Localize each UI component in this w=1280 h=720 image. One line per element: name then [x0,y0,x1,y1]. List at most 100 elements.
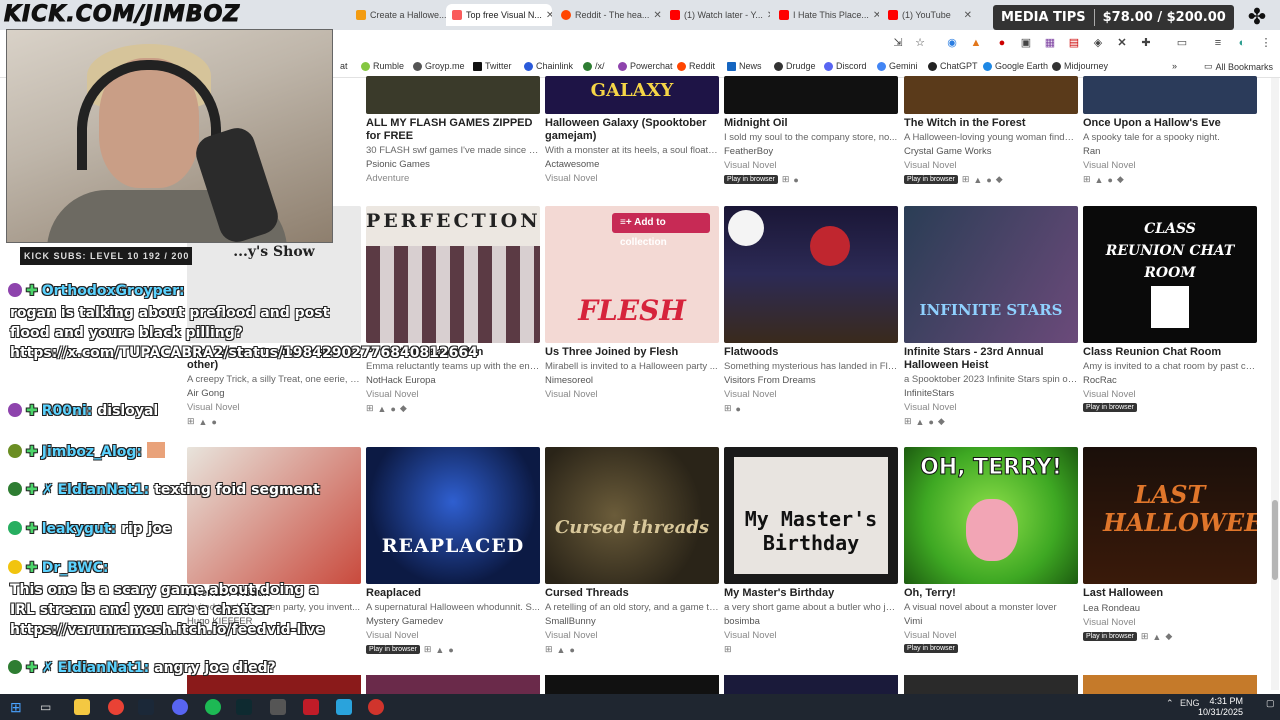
task-view-icon[interactable]: ▭ [40,699,56,715]
game-card[interactable]: Midnight Oil I sold my soul to the compa… [724,76,898,185]
tab-create-halloween[interactable]: Create a Hallowe...✕ [350,4,446,26]
x-icon[interactable]: ✕ [1114,35,1130,51]
game-author[interactable]: Crystal Game Works [904,146,1078,157]
file-explorer-icon[interactable] [74,699,90,715]
game-thumbnail[interactable] [724,675,898,694]
game-thumbnail[interactable]: INFINITE STARS [904,206,1078,343]
bookmark-star-icon[interactable]: ☆ [912,35,928,51]
game-thumbnail[interactable]: REAPLACED [366,447,540,584]
kebab-menu-icon[interactable]: ⋮ [1258,35,1274,51]
game-author[interactable]: Vimi [904,616,1078,627]
discord-icon[interactable] [172,699,188,715]
game-author[interactable]: Visitors From Dreams [724,375,898,386]
game-author[interactable]: Nimesoreol [545,375,719,386]
extension-icon[interactable]: ▦ [1042,35,1058,51]
game-thumbnail[interactable] [366,675,540,694]
bookmark-item[interactable]: Drudge [774,61,816,71]
game-thumbnail[interactable] [904,675,1078,694]
game-card[interactable]: The Witch in the Forest A Halloween-lovi… [904,76,1078,185]
game-author[interactable]: Air Gong [187,388,361,399]
game-thumbnail[interactable]: OH, TERRY! [904,447,1078,584]
system-clock[interactable]: 4:31 PM 10/31/2025 [1198,696,1243,718]
close-icon[interactable]: ✕ [546,10,552,21]
tab-watch-later[interactable]: (1) Watch later - Y...✕ [664,4,770,26]
game-title[interactable]: ALL MY FLASH GAMES ZIPPED for FREE [366,117,540,143]
game-title[interactable]: Midnight Oil [724,117,898,130]
game-card[interactable]: My Master's Birthday My Master's Birthda… [724,447,898,655]
game-card[interactable]: Once Upon a Hallow's Eve A spooky tale f… [1083,76,1257,185]
bookmark-item[interactable]: Groyp.me [413,61,465,71]
game-author[interactable]: Ran [1083,146,1257,157]
game-thumbnail[interactable]: My Master's Birthday [724,447,898,584]
tab-i-hate-this-place[interactable]: I Hate This Place... ✕ [773,4,879,26]
profile-avatar-icon[interactable]: ◐ [1234,35,1250,51]
game-title[interactable]: Cursed Threads [545,587,719,600]
close-icon[interactable]: ✕ [964,10,972,21]
bookmarks-overflow-button[interactable]: » [1172,61,1177,71]
tray-chevron-icon[interactable]: ⌃ [1166,698,1174,709]
steam-icon[interactable] [138,699,154,715]
game-card[interactable]: Cursed threads Cursed Threads A retellin… [545,447,719,655]
game-card[interactable]: CLASS REUNION CHAT ROOM Class Reunion Ch… [1083,206,1257,412]
tab-youtube[interactable]: (1) YouTube ✕ [882,4,978,26]
extension-icon[interactable]: ▣ [1018,35,1034,51]
language-indicator[interactable]: ENG [1180,698,1200,708]
game-thumbnail[interactable] [724,206,898,343]
game-title[interactable]: Infinite Stars - 23rd Annual Halloween H… [904,346,1078,372]
game-card[interactable]: ALL MY FLASH GAMES ZIPPED for FREE 30 FL… [366,76,540,184]
game-title[interactable]: The Witch in the Forest [904,117,1078,130]
close-icon[interactable]: ✕ [653,10,661,21]
telegram-icon[interactable] [336,699,352,715]
notification-icon[interactable]: ▢ [1266,698,1275,709]
scrollbar-track[interactable] [1271,78,1279,690]
bookmark-item[interactable]: Rumble [361,61,404,71]
app-icon[interactable] [368,699,384,715]
game-title[interactable]: Last Halloween [1083,587,1257,600]
extension-icon[interactable]: ● [994,35,1010,51]
bookmark-item[interactable]: ChatGPT [928,61,978,71]
game-title[interactable]: Oh, Terry! [904,587,1078,600]
game-card[interactable]: INFINITE STARS Infinite Stars - 23rd Ann… [904,206,1078,427]
game-author[interactable]: NotHack Europa [366,375,540,386]
game-thumbnail[interactable]: CLASS REUNION CHAT ROOM [1083,206,1257,343]
game-author[interactable]: FeatherBoy [724,146,898,157]
bookmark-item[interactable]: Google Earth [983,61,1048,71]
game-card[interactable]: OH, TERRY! Oh, Terry! A visual novel abo… [904,447,1078,653]
game-author[interactable]: Mystery Gamedev [366,616,540,627]
extension-icon[interactable]: ◈ [1090,35,1106,51]
game-card[interactable]: LAST HALLOWEEN Last Halloween Lea Rondea… [1083,447,1257,642]
game-card[interactable]: REAPLACED Reaplaced A supernatural Hallo… [366,447,540,655]
bookmark-item[interactable]: Gemini [877,61,918,71]
game-thumbnail[interactable] [187,447,361,584]
game-title[interactable]: Once Upon a Hallow's Eve [1083,117,1257,130]
game-author[interactable]: Actawesome [545,159,719,170]
game-title[interactable]: Reaplaced [366,587,540,600]
game-author[interactable]: Psionic Games [366,159,540,170]
game-title[interactable]: Us Three Joined by Flesh [545,346,719,359]
game-card[interactable]: Flatwoods Something mysterious has lande… [724,206,898,414]
game-card[interactable]: PERFECTION Perfection | Paper-thin Emma … [366,206,540,414]
game-thumbnail[interactable]: GALAXY [545,76,719,114]
downloads-icon[interactable]: ≡ [1210,35,1226,51]
game-thumbnail[interactable] [904,76,1078,114]
bookmark-item[interactable]: Twitter [473,61,512,71]
add-to-collection-button[interactable]: ≡+ Add to collection [612,213,710,248]
game-thumbnail[interactable] [1083,675,1257,694]
game-thumbnail[interactable] [545,675,719,694]
app-icon[interactable] [270,699,286,715]
tab-reddit[interactable]: Reddit - The hea... ✕ [555,4,661,26]
sidebar-icon[interactable]: ▭ [1174,35,1190,51]
game-author[interactable]: SmallBunny [545,616,719,627]
game-author[interactable]: InfiniteStars [904,388,1078,399]
game-card[interactable]: GALAXY Halloween Galaxy (Spooktober game… [545,76,719,184]
bookmark-item[interactable]: /x/ [583,61,605,71]
game-author[interactable]: Lea Rondeau [1083,603,1257,614]
game-thumbnail[interactable] [187,675,361,694]
metamask-icon[interactable]: ▲ [968,35,984,51]
close-icon[interactable]: ✕ [873,10,879,21]
extension-icon[interactable]: ◉ [944,35,960,51]
bookmark-item[interactable]: Powerchat [618,61,673,71]
bookmark-item[interactable]: News [727,61,762,71]
game-title[interactable]: Flatwoods [724,346,898,359]
install-icon[interactable]: ⇲ [890,35,906,51]
